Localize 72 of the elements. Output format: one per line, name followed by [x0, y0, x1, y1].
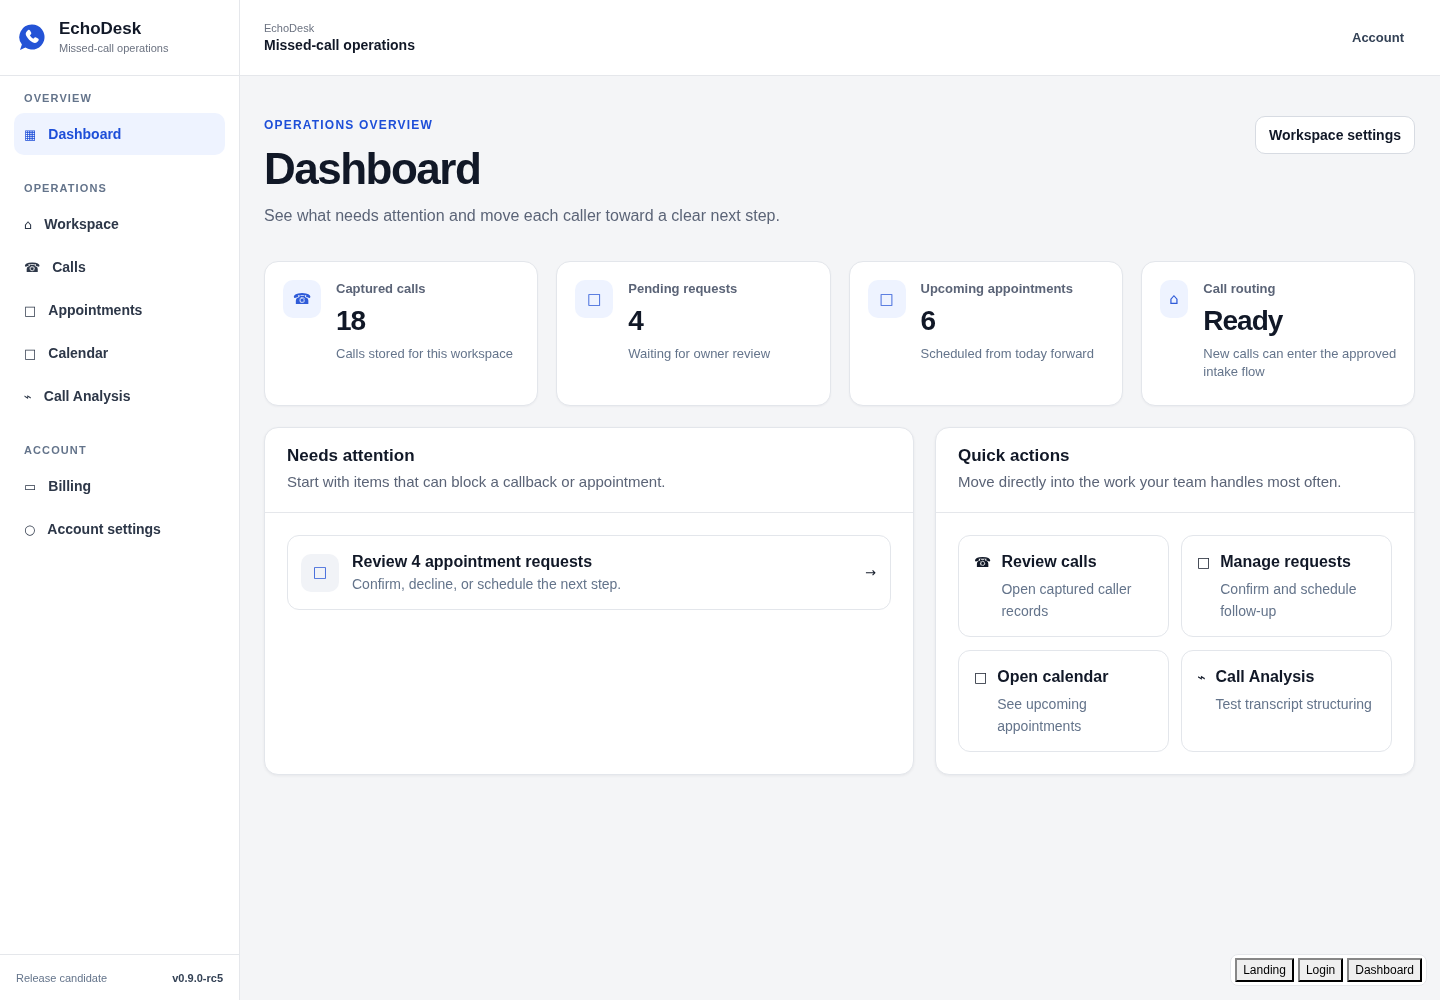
stat-value: 6 [920, 304, 936, 338]
attention-item[interactable]: □ Review 4 appointment requests Confirm, decline, or schedule the next step. → [287, 535, 891, 610]
grid-icon: ▦ [24, 127, 37, 141]
dev-nav-button[interactable]: Dashboard [1347, 958, 1422, 982]
sidebar-item[interactable]: □ Appointments [14, 289, 225, 331]
eyebrow-text: OPERATIONS OVERVIEW [264, 117, 434, 133]
action-description: Open captured caller records [1001, 580, 1133, 621]
brand-name: EchoDesk [59, 18, 143, 39]
stat-description: Waiting for owner review [628, 345, 771, 363]
workspace-settings-button[interactable]: Workspace settings [1255, 116, 1415, 154]
square-icon: □ [974, 670, 988, 684]
sidebar-item[interactable]: ⌂ Workspace [14, 203, 225, 245]
quick-action-card[interactable]: ☎ Review calls Open captured caller records [958, 535, 1169, 637]
action-title: Call Analysis [1215, 667, 1315, 687]
stat-value: 18 [336, 304, 366, 338]
page-subtitle: See what needs attention and move each caller toward a clear next step. [264, 206, 780, 226]
action-title: Manage requests [1220, 552, 1351, 572]
phone-icon: ☎ [24, 260, 41, 274]
stat-label: Captured calls [336, 280, 426, 298]
quick-action-card[interactable]: □ Manage requests Confirm and schedule follow-up [1181, 535, 1392, 637]
stat-description: New calls can enter the approved intake flow [1203, 345, 1397, 381]
sidebar-item[interactable]: ☎ Calls [14, 246, 225, 288]
stat-value: Ready [1203, 304, 1283, 338]
version-text: v0.9.0-rc5 [172, 971, 223, 984]
action-description: Confirm and schedule follow-up [1220, 580, 1358, 621]
circle-icon: ○ [24, 522, 36, 536]
arrow-icon: → [865, 566, 876, 579]
quick-action-card[interactable]: ⌁ Call Analysis Test transcript structuring [1181, 650, 1392, 752]
sidebar-item[interactable]: ▭ Billing [14, 465, 225, 507]
action-description: See upcoming appointments [997, 695, 1088, 736]
phone-bubble-icon [18, 22, 46, 51]
action-title: Open calendar [997, 667, 1109, 687]
item-description: Confirm, decline, or schedule the next step. [352, 574, 622, 594]
zigzag-icon: ⌁ [24, 389, 32, 403]
brand-tagline: Missed-call operations [59, 40, 169, 55]
breadcrumb: EchoDesk [264, 21, 316, 35]
phone-icon: ☎ [974, 555, 992, 569]
panel-description: Move directly into the work your team handles most often. [958, 472, 1342, 492]
dev-nav-button[interactable]: Landing [1235, 958, 1294, 982]
panel-description: Start with items that can block a callback or appointment. [287, 472, 666, 492]
stat-label: Pending requests [628, 280, 738, 298]
house-icon: ⌂ [1159, 280, 1189, 318]
stat-label: Upcoming appointments [920, 280, 1073, 298]
action-title: Review calls [1001, 552, 1097, 572]
panel-title: Needs attention [287, 445, 415, 467]
phone-icon: ☎ [283, 280, 321, 318]
sidebar-item[interactable]: ⌁ Call Analysis [14, 375, 225, 417]
stat-label: Call routing [1203, 280, 1276, 298]
square-icon: □ [24, 346, 37, 360]
page-title: Dashboard [264, 143, 481, 195]
stat-description: Scheduled from today forward [920, 345, 1094, 363]
sidebar-item[interactable]: □ Calendar [14, 332, 225, 374]
stat-description: Calls stored for this workspace [336, 345, 513, 363]
panel-title: Quick actions [958, 445, 1070, 467]
sidebar-item[interactable]: ○ Account settings [14, 508, 225, 550]
dev-nav-button[interactable]: Login [1297, 958, 1344, 982]
house-icon: ⌂ [24, 217, 33, 231]
stat-value: 4 [628, 304, 643, 338]
release-label: Release candidate [16, 971, 108, 984]
section-heading: OPERATIONS [23, 182, 108, 195]
sidebar-item[interactable]: ▦ Dashboard [14, 113, 225, 155]
topbar-title: Missed-call operations [264, 36, 415, 54]
square-icon: □ [24, 303, 37, 317]
action-description: Test transcript structuring [1215, 695, 1372, 714]
section-heading: ACCOUNT [23, 444, 88, 457]
item-title: Review 4 appointment requests [352, 551, 593, 572]
section-heading: OVERVIEW [23, 92, 93, 105]
account-link[interactable]: Account [1350, 26, 1406, 49]
zigzag-icon: ⌁ [1197, 670, 1206, 684]
rectangle-icon: ▭ [24, 479, 37, 493]
quick-action-card[interactable]: □ Open calendar See upcoming appointments [958, 650, 1169, 752]
square-icon: □ [1197, 555, 1211, 569]
